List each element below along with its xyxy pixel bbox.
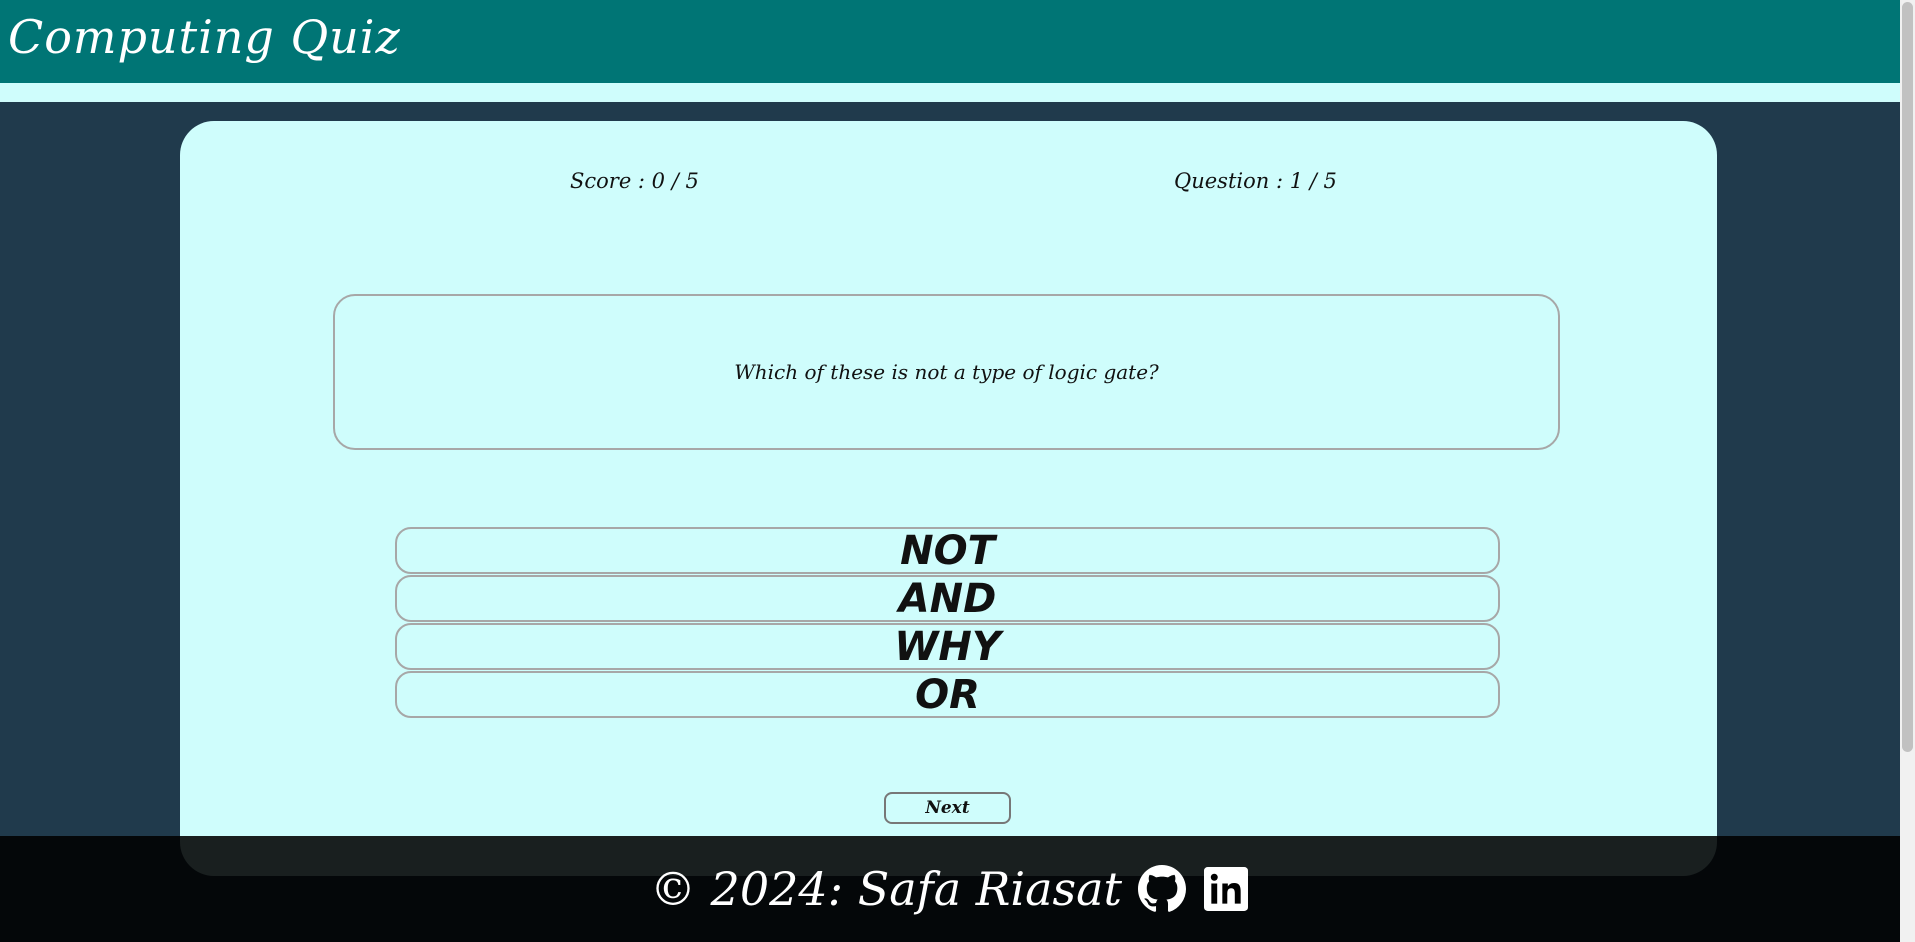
answer-list: NOT AND WHY OR (395, 527, 1500, 719)
linkedin-icon[interactable] (1202, 865, 1250, 913)
header-divider (0, 83, 1900, 102)
question-box: Which of these is not a type of logic ga… (333, 294, 1560, 450)
answer-button-not[interactable]: NOT (395, 527, 1500, 574)
site-footer: © 2024: Safa Riasat (0, 836, 1900, 942)
scrollbar-thumb[interactable] (1902, 2, 1913, 752)
vertical-scrollbar[interactable] (1900, 0, 1915, 942)
answer-button-why[interactable]: WHY (395, 623, 1500, 670)
copyright-text: © 2024: Safa Riasat (649, 862, 1123, 916)
next-button[interactable]: Next (884, 792, 1011, 824)
github-icon[interactable] (1138, 865, 1187, 913)
answer-button-or[interactable]: OR (395, 671, 1500, 718)
page: Computing Quiz Score : 0 / 5 Question : … (0, 0, 1900, 942)
question-counter: Question : 1 / 5 (1174, 169, 1337, 193)
app-title: Computing Quiz (8, 10, 401, 64)
quiz-card: Score : 0 / 5 Question : 1 / 5 Which of … (180, 121, 1717, 876)
question-text: Which of these is not a type of logic ga… (734, 360, 1159, 384)
score-display: Score : 0 / 5 (570, 169, 699, 193)
site-header: Computing Quiz (0, 0, 1900, 83)
answer-button-and[interactable]: AND (395, 575, 1500, 622)
